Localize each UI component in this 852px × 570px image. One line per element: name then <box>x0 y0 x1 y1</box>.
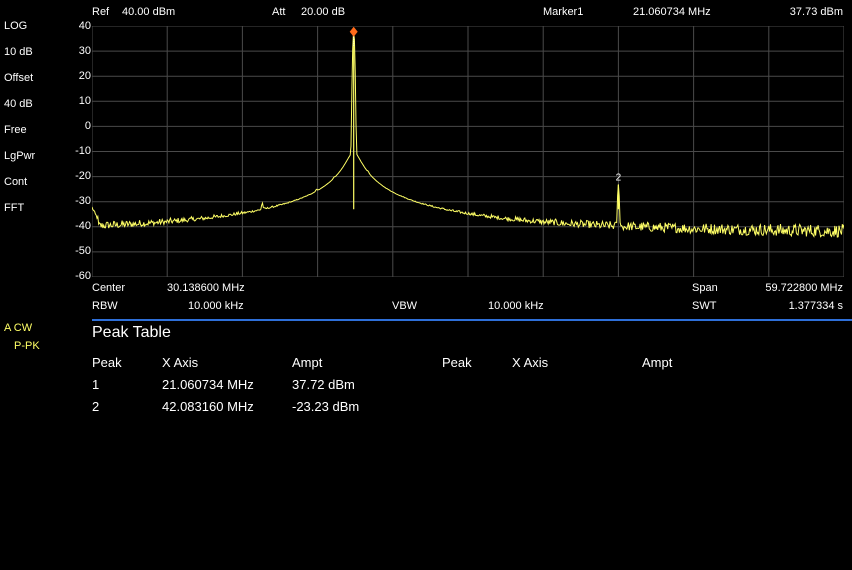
marker-frequency: 21.060734 MHz <box>633 6 711 18</box>
panel-divider <box>92 319 852 321</box>
peak-amplitude: -23.23 dBm <box>292 399 360 414</box>
y-tick-label: -30 <box>75 195 91 207</box>
att-value: 20.00 dB <box>301 6 346 18</box>
offset-label[interactable]: Offset <box>4 72 33 85</box>
rbw-label: RBW <box>92 300 118 312</box>
center-label: Center <box>92 282 126 294</box>
marker-2-label: 2 <box>616 173 622 184</box>
peak-frequency: 21.060734 MHz <box>162 377 254 392</box>
peak-number: 2 <box>92 399 100 414</box>
span-label: Span <box>692 282 718 294</box>
trigger-mode[interactable]: Free <box>4 124 27 137</box>
y-tick-label: -60 <box>75 270 91 282</box>
peak-table-header-ampt-2: Ampt <box>642 355 673 370</box>
center-value[interactable]: 30.138600 MHz <box>167 282 245 295</box>
scale-div[interactable]: 10 dB <box>4 46 33 59</box>
detector-mode[interactable]: P-PK <box>14 340 40 353</box>
y-tick-label: 10 <box>78 95 91 107</box>
plot-grid <box>92 26 844 277</box>
peak-table-title: Peak Table <box>92 324 171 341</box>
peak-table-header-x: X Axis <box>162 355 199 370</box>
ref-value: 40.00 dBm <box>122 6 176 18</box>
marker-amplitude: 37.73 dBm <box>789 6 843 18</box>
peak-table-header-peak: Peak <box>92 355 122 370</box>
ref-label: Ref <box>92 6 110 18</box>
peak-number: 1 <box>92 377 100 392</box>
y-tick-label: 30 <box>78 45 91 57</box>
vbw-value[interactable]: 10.000 kHz <box>488 300 544 313</box>
marker-label: Marker1 <box>543 6 584 18</box>
marker-layer: 2 <box>349 26 622 184</box>
offset-value[interactable]: 40 dB <box>4 98 33 111</box>
trace-mode[interactable]: A CW <box>4 322 32 335</box>
sweep-mode[interactable]: Cont <box>4 176 27 189</box>
sweep-type[interactable]: FFT <box>4 202 24 215</box>
y-tick-label: -20 <box>75 170 91 182</box>
att-label: Att <box>272 6 286 18</box>
y-tick-label: -10 <box>75 145 91 157</box>
spectrum-plot[interactable]: 2 <box>92 26 844 277</box>
swt-value[interactable]: 1.377334 s <box>760 300 843 313</box>
peak-frequency: 42.083160 MHz <box>162 399 254 414</box>
y-tick-label: -50 <box>75 245 91 257</box>
vbw-label: VBW <box>392 300 418 312</box>
peak-amplitude: 37.72 dBm <box>292 377 355 392</box>
y-tick-label: 20 <box>78 70 91 82</box>
marker-1-icon <box>349 26 358 37</box>
peak-table-header-ampt: Ampt <box>292 355 323 370</box>
y-tick-label: 40 <box>78 20 91 32</box>
peak-table-header-x-2: X Axis <box>512 355 549 370</box>
scale-type[interactable]: LOG <box>4 20 27 33</box>
rbw-value[interactable]: 10.000 kHz <box>188 300 244 313</box>
y-tick-label: 0 <box>84 120 91 132</box>
peak-table-header-peak-2: Peak <box>442 355 472 370</box>
swt-label: SWT <box>692 300 717 312</box>
average-type[interactable]: LgPwr <box>4 150 35 163</box>
y-tick-label: -40 <box>75 220 91 232</box>
span-value[interactable]: 59.722800 MHz <box>740 282 843 295</box>
